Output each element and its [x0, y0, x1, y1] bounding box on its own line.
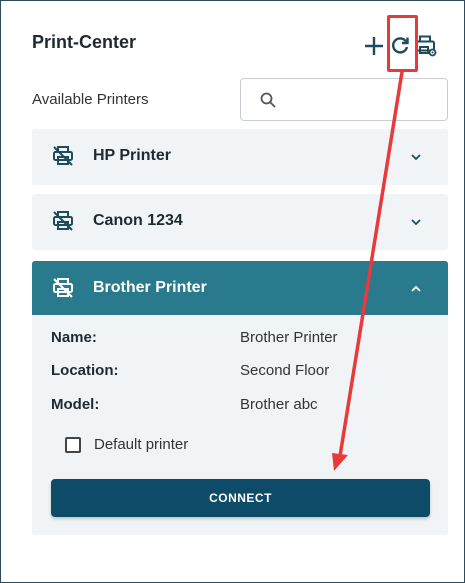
refresh-icon — [392, 37, 409, 54]
plus-icon — [365, 37, 383, 55]
toolbar — [361, 31, 439, 61]
detail-value: Brother Printer — [240, 329, 338, 346]
search-icon — [260, 92, 276, 108]
printer-off-icon — [53, 211, 73, 231]
print-center-panel: Print-Center Available Printers HP Print… — [0, 0, 465, 583]
printer-settings-button[interactable] — [413, 33, 439, 59]
available-printers-label: Available Printers — [32, 91, 149, 108]
detail-label: Location: — [51, 362, 119, 379]
default-printer-label: Default printer — [94, 436, 189, 453]
printer-card: HP Printer — [32, 129, 448, 185]
printer-card-header[interactable]: Canon 1234 — [32, 194, 448, 250]
printer-settings-icon — [415, 35, 437, 57]
printer-card-expanded: Brother Printer Name: Brother Printer Lo… — [32, 261, 448, 535]
default-printer-checkbox[interactable] — [65, 436, 81, 453]
refresh-button[interactable] — [387, 33, 413, 59]
printer-card-header[interactable]: HP Printer — [32, 129, 448, 185]
search-box[interactable] — [240, 78, 448, 121]
printer-card: Canon 1234 — [32, 194, 448, 250]
printer-name: HP Printer — [93, 147, 171, 164]
printer-name: Brother Printer — [93, 279, 207, 296]
printer-card-header[interactable]: Brother Printer — [32, 261, 448, 315]
printer-off-icon — [53, 278, 73, 298]
default-printer-option[interactable]: Default printer — [65, 436, 188, 453]
chevron-down-icon — [411, 154, 421, 161]
search-input[interactable] — [285, 87, 435, 113]
printer-off-icon — [53, 146, 73, 166]
chevron-down-icon — [411, 219, 421, 226]
detail-label: Name: — [51, 329, 97, 346]
page-title: Print-Center — [32, 32, 137, 52]
add-printer-button[interactable] — [361, 33, 387, 59]
detail-label: Model: — [51, 396, 100, 413]
detail-value: Second Floor — [240, 362, 330, 379]
connect-button[interactable]: CONNECT — [51, 479, 430, 517]
printer-name: Canon 1234 — [93, 212, 183, 229]
chevron-up-icon — [411, 285, 421, 292]
detail-value: Brother abc — [240, 396, 318, 413]
